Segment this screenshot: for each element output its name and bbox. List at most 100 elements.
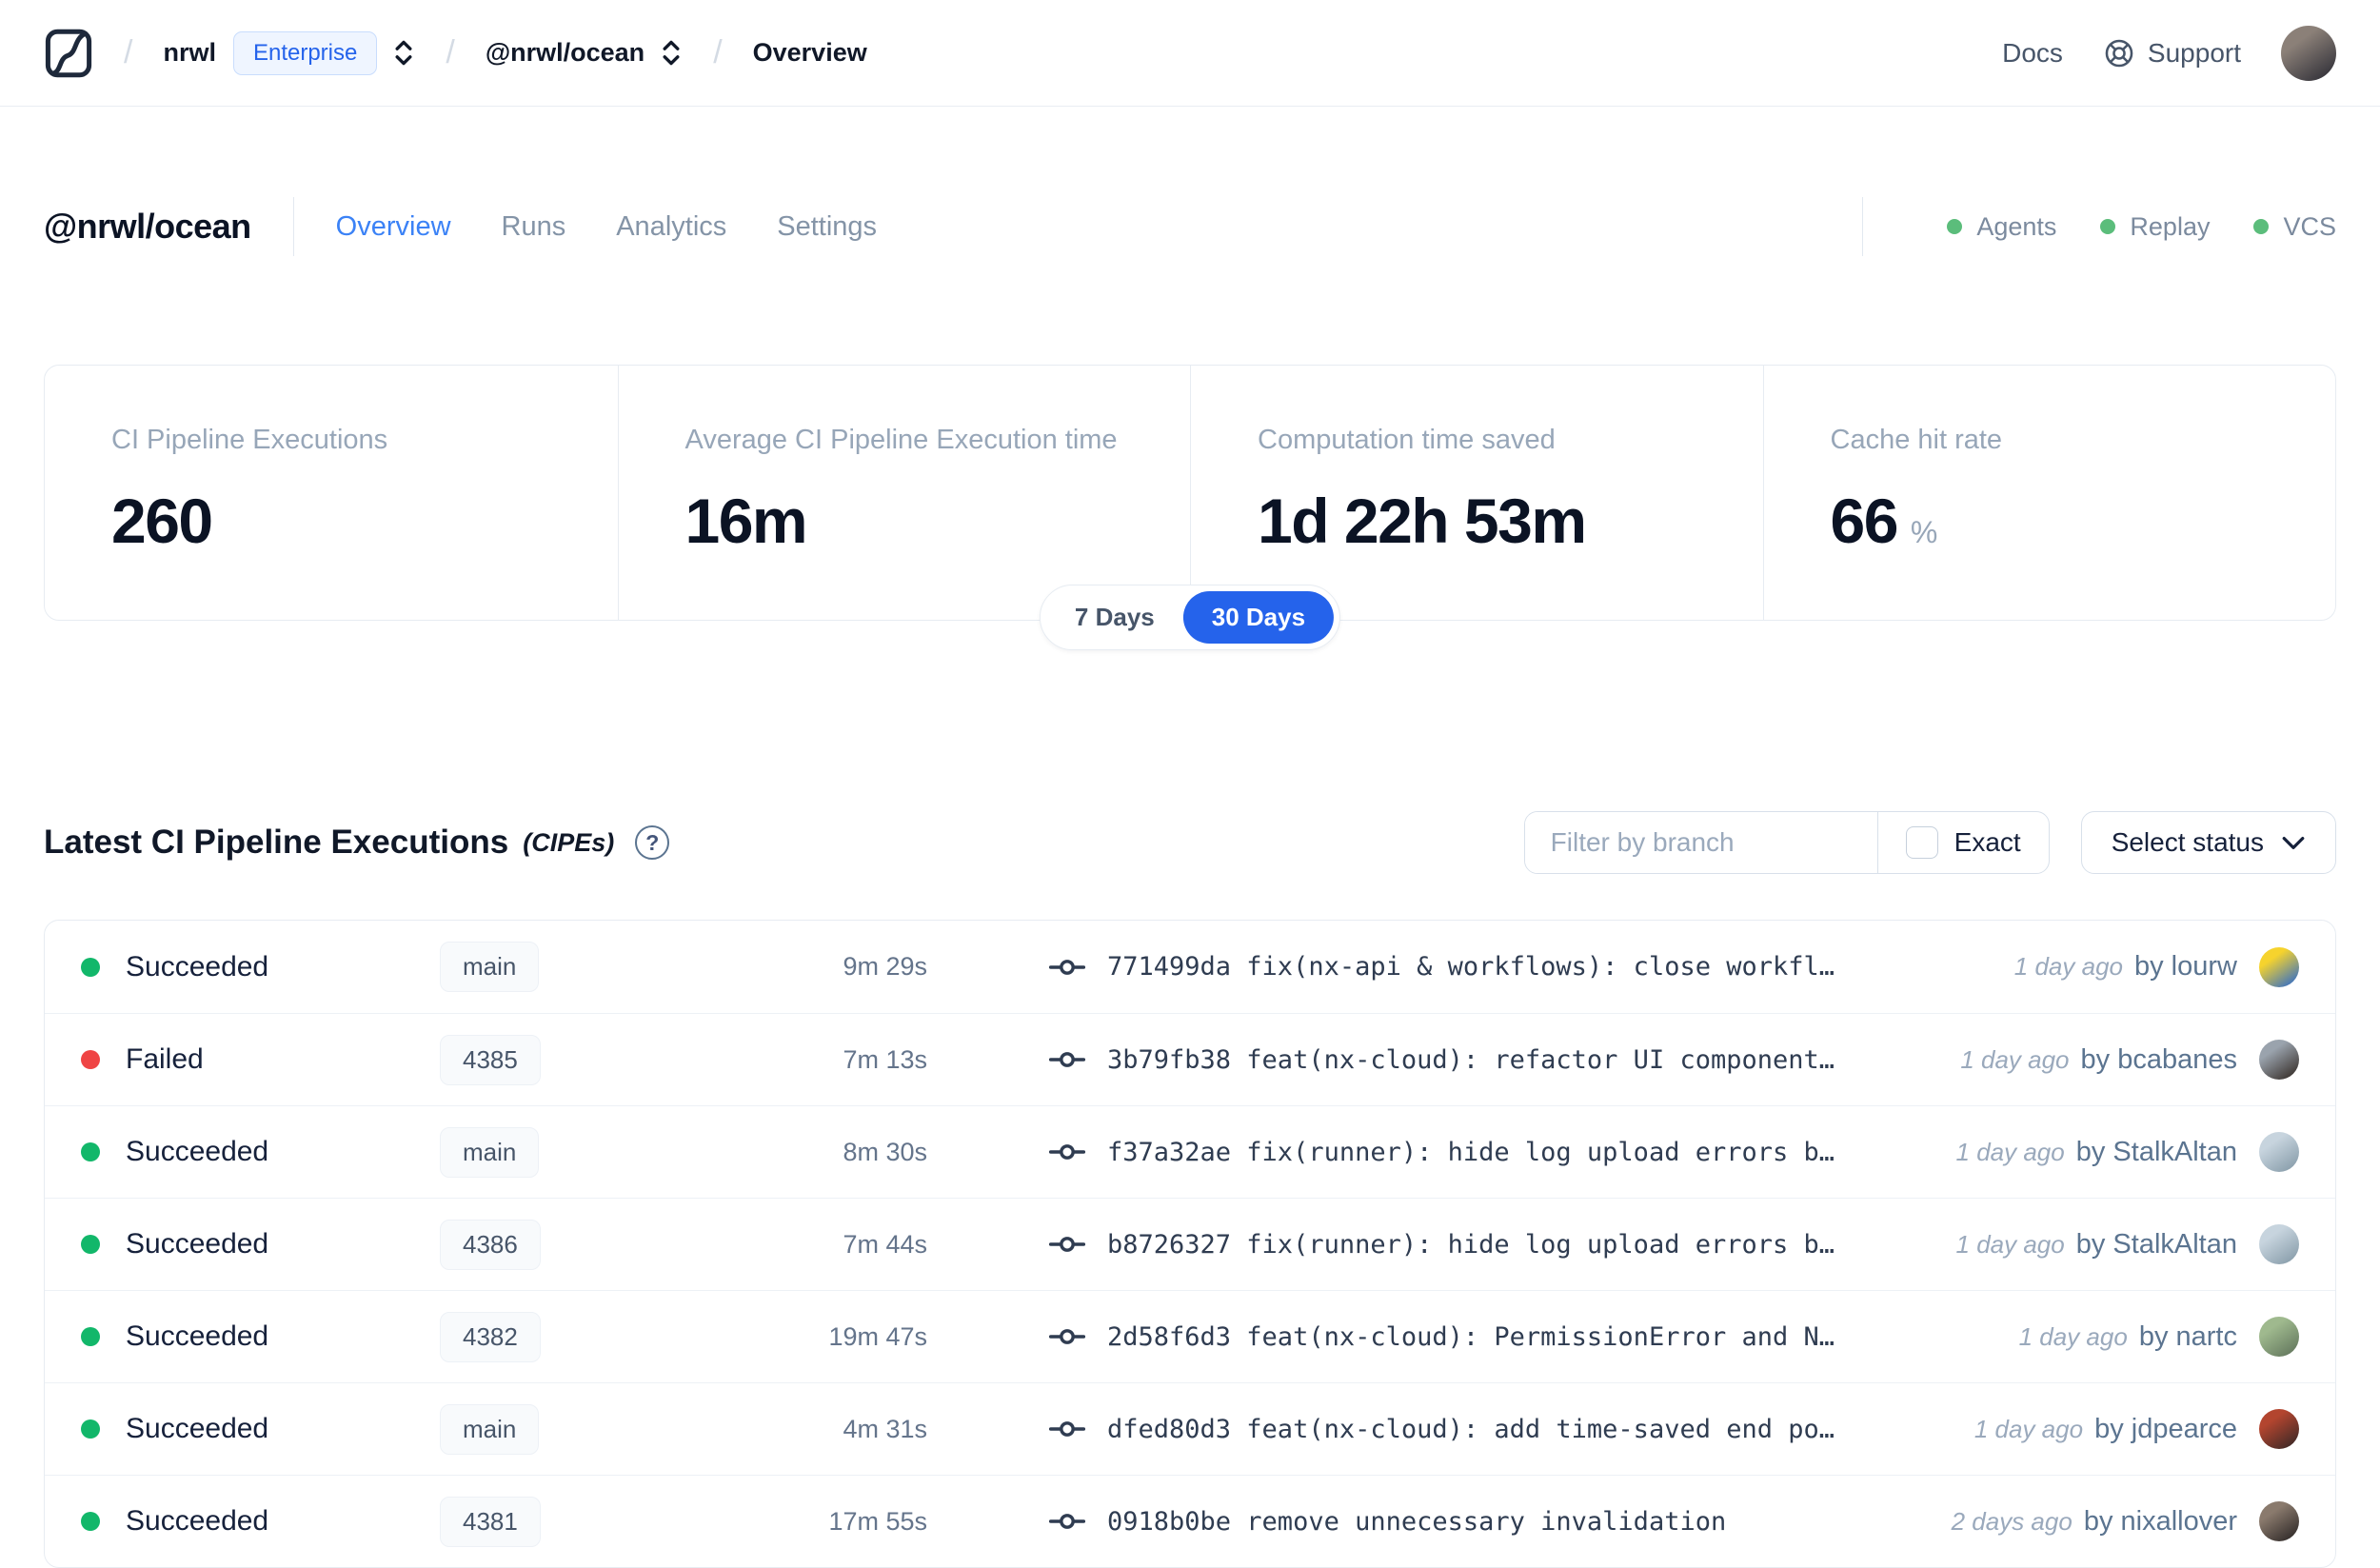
indicator-vcs[interactable]: VCS xyxy=(2253,212,2336,242)
select-status-dropdown[interactable]: Select status xyxy=(2080,811,2336,874)
date-range-toggle: 7 Days 30 Days xyxy=(1039,585,1341,650)
breadcrumb-org[interactable]: nrwl xyxy=(163,38,216,68)
stat-value: 66 xyxy=(1830,486,1899,556)
execution-row[interactable]: Succeeded 4382 19m 47s 2d58f6d3 feat(nx-… xyxy=(45,1290,2335,1382)
stat-label: Average CI Pipeline Execution time xyxy=(684,425,1118,455)
time-ago: 1 day ago xyxy=(1955,1229,2065,1259)
nx-cloud-logo-icon[interactable] xyxy=(44,27,93,80)
indicator-replay[interactable]: Replay xyxy=(2100,212,2210,242)
git-commit-icon xyxy=(1049,957,1085,978)
time-ago: 1 day ago xyxy=(2018,1321,2128,1351)
life-buoy-icon xyxy=(2103,37,2135,69)
tab-runs[interactable]: Runs xyxy=(502,211,566,243)
exact-label[interactable]: Exact xyxy=(1954,827,2021,858)
stat-suffix: % xyxy=(1910,515,1938,549)
author-avatar xyxy=(2259,1224,2299,1264)
status-dot-icon xyxy=(81,1512,100,1531)
status-dot-icon xyxy=(81,1419,100,1439)
time-ago: 2 days ago xyxy=(1951,1506,2073,1536)
git-commit-icon xyxy=(1049,1141,1085,1162)
commit-message: 3b79fb38 feat(nx-cloud): refactor UI com… xyxy=(1107,1044,1835,1075)
breadcrumb-workspace[interactable]: @nrwl/ocean xyxy=(486,38,645,68)
status-dot-icon xyxy=(81,1050,100,1069)
execution-status: Succeeded xyxy=(126,950,269,982)
execution-row[interactable]: Succeeded 4381 17m 55s 0918b0be remove u… xyxy=(45,1475,2335,1567)
time-ago: 1 day ago xyxy=(1973,1414,2084,1443)
execution-status: Succeeded xyxy=(126,1320,269,1352)
commit-cell[interactable]: 771499da fix(nx-api & workflows): close … xyxy=(1049,952,1986,982)
help-question-circle-icon[interactable]: ? xyxy=(635,825,670,860)
workspace-status-group: Agents Replay VCS xyxy=(1820,197,2336,256)
branch-chip[interactable]: main xyxy=(440,1126,540,1178)
top-nav: / nrwl Enterprise / @nrwl/ocean / Overvi… xyxy=(0,0,2380,107)
execution-row[interactable]: Failed 4385 7m 13s 3b79fb38 feat(nx-clou… xyxy=(45,1013,2335,1105)
execution-row[interactable]: Succeeded main 4m 31s dfed80d3 feat(nx-c… xyxy=(45,1382,2335,1475)
workspace-switcher-chevron-up-down-icon[interactable] xyxy=(660,38,683,68)
user-avatar[interactable] xyxy=(2281,25,2336,81)
indicator-label: Agents xyxy=(1976,211,2057,241)
execution-row[interactable]: Succeeded main 9m 29s 771499da fix(nx-ap… xyxy=(45,921,2335,1013)
indicator-label: VCS xyxy=(2283,211,2336,241)
branch-chip[interactable]: 4381 xyxy=(440,1496,541,1547)
range-7-days-button[interactable]: 7 Days xyxy=(1046,591,1183,644)
tab-analytics[interactable]: Analytics xyxy=(616,211,726,243)
green-dot-icon xyxy=(2253,219,2270,234)
git-commit-icon xyxy=(1049,1419,1085,1439)
exact-checkbox[interactable] xyxy=(1905,826,1938,859)
support-label: Support xyxy=(2147,37,2241,68)
breadcrumb-page[interactable]: Overview xyxy=(753,38,867,68)
tab-overview[interactable]: Overview xyxy=(336,211,451,243)
execution-meta: 2 days ago by nixallover xyxy=(1952,1501,2299,1541)
breadcrumb-separator: / xyxy=(124,34,133,70)
green-dot-icon xyxy=(1947,219,1963,234)
author: by lourw xyxy=(2134,951,2237,982)
author-avatar xyxy=(2259,1501,2299,1541)
commit-cell[interactable]: f37a32ae fix(runner): hide log upload er… xyxy=(1049,1138,1928,1167)
branch-chip[interactable]: 4385 xyxy=(440,1034,541,1085)
execution-row[interactable]: Succeeded main 8m 30s f37a32ae fix(runne… xyxy=(45,1105,2335,1198)
branch-chip[interactable]: 4382 xyxy=(440,1311,541,1362)
author: by nartc xyxy=(2138,1320,2237,1352)
execution-duration: 9m 29s xyxy=(843,952,927,981)
execution-meta: 1 day ago by StalkAltan xyxy=(1956,1132,2299,1172)
execution-meta: 1 day ago by bcabanes xyxy=(1960,1040,2299,1080)
stats-section: CI Pipeline Executions 260 Average CI Pi… xyxy=(44,365,2336,650)
stat-value: 1d 22h 53m xyxy=(1258,486,1587,556)
branch-chip[interactable]: 4386 xyxy=(440,1219,541,1270)
divider xyxy=(292,197,294,256)
git-commit-icon xyxy=(1049,1234,1085,1255)
status-dot-icon xyxy=(81,1142,100,1161)
commit-cell[interactable]: 2d58f6d3 feat(nx-cloud): PermissionError… xyxy=(1049,1322,1991,1352)
author: by jdpearce xyxy=(2094,1413,2237,1444)
stat-cache-hit-rate: Cache hit rate 66% xyxy=(1762,366,2336,620)
indicator-agents[interactable]: Agents xyxy=(1947,212,2056,242)
execution-duration: 7m 44s xyxy=(843,1229,927,1259)
workspace-title: @nrwl/ocean xyxy=(44,207,251,246)
branch-filter-input[interactable] xyxy=(1524,812,1877,873)
support-link[interactable]: Support xyxy=(2103,37,2241,69)
range-30-days-button[interactable]: 30 Days xyxy=(1182,591,1335,644)
commit-cell[interactable]: 3b79fb38 feat(nx-cloud): refactor UI com… xyxy=(1049,1045,1932,1075)
git-commit-icon xyxy=(1049,1326,1085,1347)
stat-computation-time-saved: Computation time saved 1d 22h 53m xyxy=(1190,366,1763,620)
stat-label: Computation time saved xyxy=(1258,425,1556,455)
commit-cell[interactable]: dfed80d3 feat(nx-cloud): add time-saved … xyxy=(1049,1415,1946,1444)
branch-chip[interactable]: main xyxy=(440,942,540,992)
execution-row[interactable]: Succeeded 4386 7m 44s b8726327 fix(runne… xyxy=(45,1198,2335,1290)
author: by nixallover xyxy=(2083,1505,2237,1537)
tab-settings[interactable]: Settings xyxy=(777,211,877,243)
docs-link[interactable]: Docs xyxy=(2002,38,2063,69)
execution-status: Succeeded xyxy=(126,1413,269,1444)
executions-title: Latest CI Pipeline Executions xyxy=(44,824,509,861)
author-avatar xyxy=(2259,946,2299,987)
status-dot-icon xyxy=(81,1235,100,1254)
author: by StalkAltan xyxy=(2075,1228,2237,1260)
commit-cell[interactable]: 0918b0be remove unnecessary invalidation xyxy=(1049,1507,1923,1537)
org-switcher-chevron-up-down-icon[interactable] xyxy=(392,38,415,68)
commit-cell[interactable]: b8726327 fix(runner): hide log upload er… xyxy=(1049,1230,1928,1260)
execution-meta: 1 day ago by jdpearce xyxy=(1974,1409,2299,1449)
time-ago: 1 day ago xyxy=(1960,1044,2070,1074)
org-plan-badge[interactable]: Enterprise xyxy=(232,30,378,75)
execution-duration: 7m 13s xyxy=(843,1044,927,1074)
branch-chip[interactable]: main xyxy=(440,1403,540,1455)
